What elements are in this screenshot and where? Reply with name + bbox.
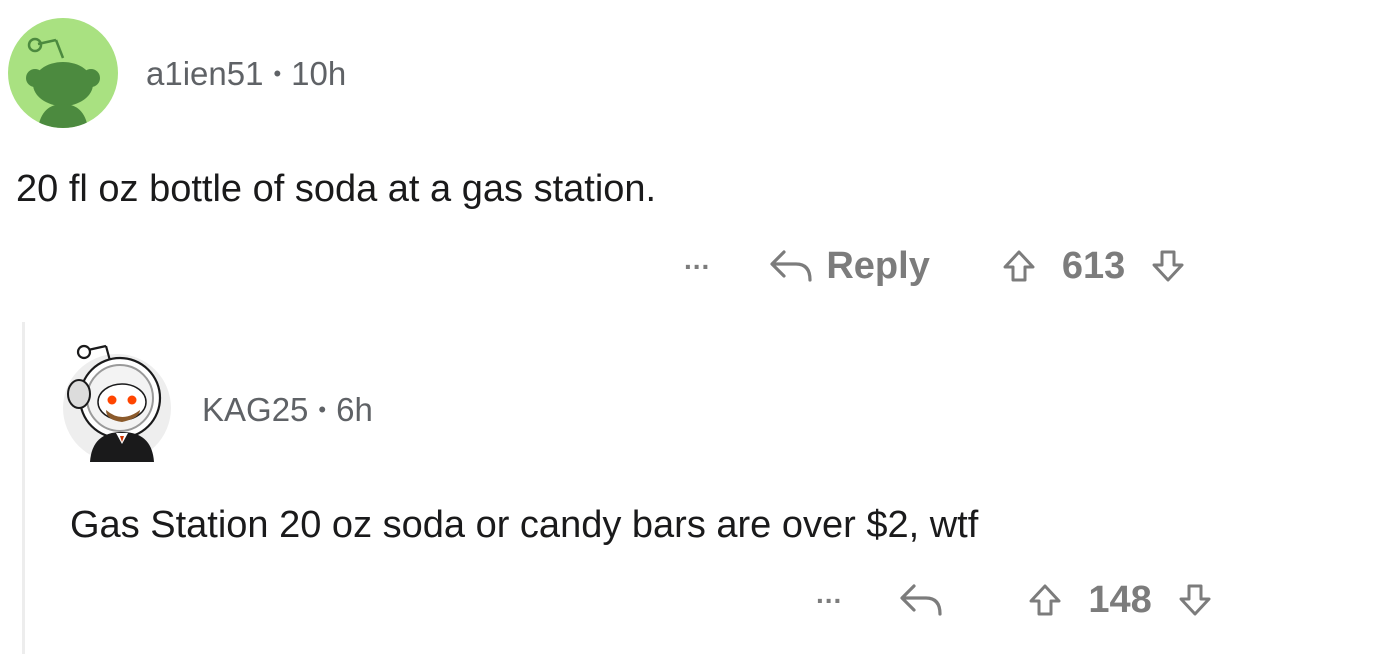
reply-button[interactable]: Reply — [768, 244, 930, 288]
snoo-avatar-green-icon[interactable] — [8, 18, 118, 128]
vote-controls: 613 — [1002, 245, 1185, 288]
downvote-arrow-icon[interactable] — [1178, 583, 1212, 617]
meta-separator: • — [318, 397, 327, 422]
vote-score: 613 — [1061, 244, 1126, 287]
comment-meta: a1ien51 • 10h — [146, 54, 346, 94]
reply-arrow-icon — [770, 250, 812, 282]
comment-meta: KAG25 • 6h — [202, 390, 373, 430]
thread-line[interactable] — [22, 322, 25, 654]
downvote-arrow-icon[interactable] — [1151, 249, 1185, 283]
username-link[interactable]: KAG25 — [202, 391, 308, 428]
comment-body: 20 fl oz bottle of soda at a gas station… — [16, 168, 657, 210]
comment-actions: ... 148 — [816, 576, 1212, 624]
comment-actions: ... Reply 613 — [684, 242, 1185, 290]
reply-label: Reply — [826, 244, 930, 287]
comment-age[interactable]: 6h — [336, 391, 373, 428]
comment-thread: a1ien51 • 10h 20 fl oz bottle of soda at a… — [0, 0, 1374, 654]
vote-score: 148 — [1088, 578, 1152, 621]
comment-body: Gas Station 20 oz soda or candy bars are… — [70, 504, 979, 546]
vote-controls: 148 — [1028, 579, 1211, 622]
more-options-button[interactable]: ... — [684, 246, 710, 274]
more-options-button[interactable]: ... — [816, 580, 842, 608]
snoo-astronaut-avatar-icon[interactable] — [60, 332, 174, 462]
reply-button[interactable] — [898, 582, 956, 618]
meta-separator: • — [273, 61, 282, 86]
upvote-arrow-icon[interactable] — [1002, 249, 1036, 283]
comment-age[interactable]: 10h — [291, 55, 346, 92]
reply-arrow-icon — [900, 584, 942, 616]
username-link[interactable]: a1ien51 — [146, 55, 263, 92]
upvote-arrow-icon[interactable] — [1028, 583, 1062, 617]
